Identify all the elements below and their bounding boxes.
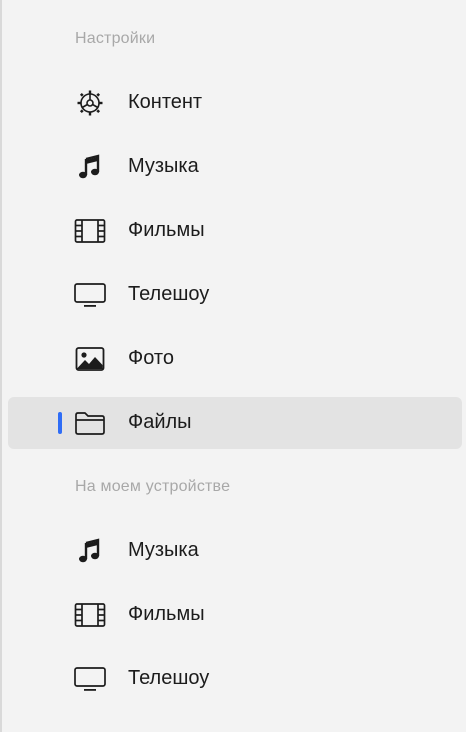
sidebar-item-device-movies[interactable]: Фильмы bbox=[8, 589, 462, 641]
sidebar-item-device-tv-shows[interactable]: Телешоу bbox=[8, 653, 462, 705]
sidebar-item-device-music[interactable]: Музыка bbox=[8, 525, 462, 577]
music-note-icon bbox=[72, 153, 108, 181]
sidebar-item-photos[interactable]: Фото bbox=[8, 333, 462, 385]
selection-indicator bbox=[58, 412, 62, 434]
sidebar-item-movies[interactable]: Фильмы bbox=[8, 205, 462, 257]
sidebar-item-label: Фильмы bbox=[128, 219, 205, 241]
film-icon bbox=[72, 217, 108, 245]
sidebar-item-label: Фото bbox=[128, 347, 174, 369]
folder-icon bbox=[72, 409, 108, 437]
music-note-icon bbox=[72, 537, 108, 565]
sidebar-item-files[interactable]: Файлы bbox=[8, 397, 462, 449]
sidebar-item-label: Музыка bbox=[128, 539, 199, 561]
sidebar-item-content[interactable]: Контент bbox=[8, 77, 462, 129]
photo-icon bbox=[72, 345, 108, 373]
sidebar-item-label: Телешоу bbox=[128, 667, 210, 689]
sidebar-item-label: Музыка bbox=[128, 155, 199, 177]
sidebar-item-label: Фильмы bbox=[128, 603, 205, 625]
sidebar-item-label: Контент bbox=[128, 91, 203, 113]
gear-icon bbox=[72, 89, 108, 117]
section-title-on-device: На моем устройстве bbox=[75, 478, 231, 495]
section-title-settings: Настройки bbox=[75, 30, 156, 47]
film-icon bbox=[72, 601, 108, 629]
tv-icon bbox=[72, 665, 108, 693]
tv-icon bbox=[72, 281, 108, 309]
sidebar-item-label: Файлы bbox=[128, 411, 192, 433]
sidebar: Настройки Контент Музыка Фильмы Телешоу … bbox=[0, 0, 466, 732]
sidebar-item-label: Телешоу bbox=[128, 283, 210, 305]
sidebar-item-music[interactable]: Музыка bbox=[8, 141, 462, 193]
sidebar-item-tv-shows[interactable]: Телешоу bbox=[8, 269, 462, 321]
